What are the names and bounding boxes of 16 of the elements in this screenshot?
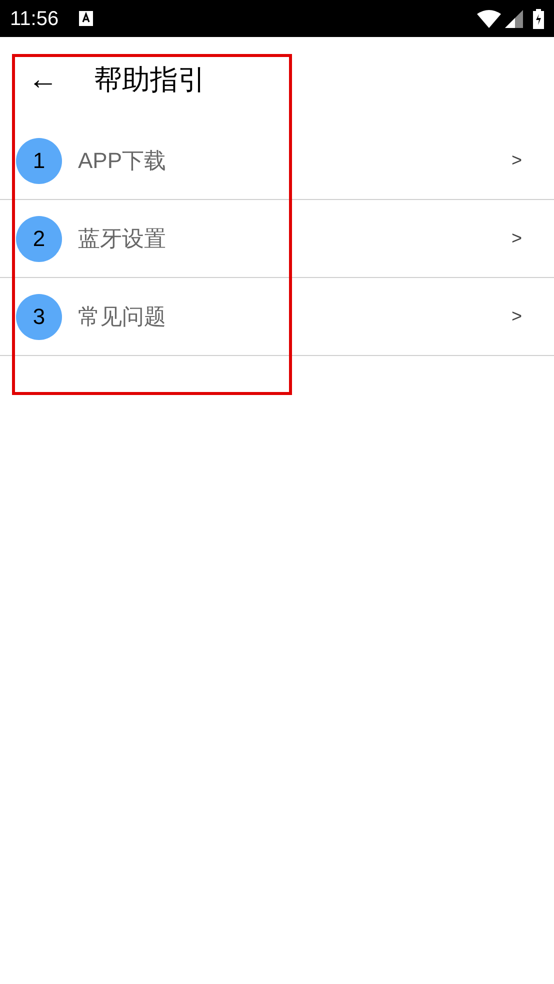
help-list-item[interactable]: 1 APP下载 > [0, 122, 554, 200]
item-label: 常见问题 [78, 303, 166, 331]
item-label: 蓝牙设置 [78, 225, 166, 253]
item-label: APP下载 [78, 147, 166, 175]
signal-icon [505, 10, 523, 28]
status-time: 11:56 [10, 8, 59, 28]
chevron-text: > [511, 305, 522, 328]
help-list-item[interactable]: 2 蓝牙设置 > [0, 200, 554, 278]
battery-icon [533, 8, 544, 28]
help-list-item[interactable]: 3 常见问题 > [0, 278, 554, 356]
chevron-text: > [511, 227, 522, 250]
page-title: 帮助指引 [94, 62, 206, 96]
notification-icon [78, 11, 93, 26]
back-button[interactable]: ← [28, 64, 58, 94]
wifi-icon [477, 10, 501, 28]
chevron-text: > [511, 149, 522, 172]
